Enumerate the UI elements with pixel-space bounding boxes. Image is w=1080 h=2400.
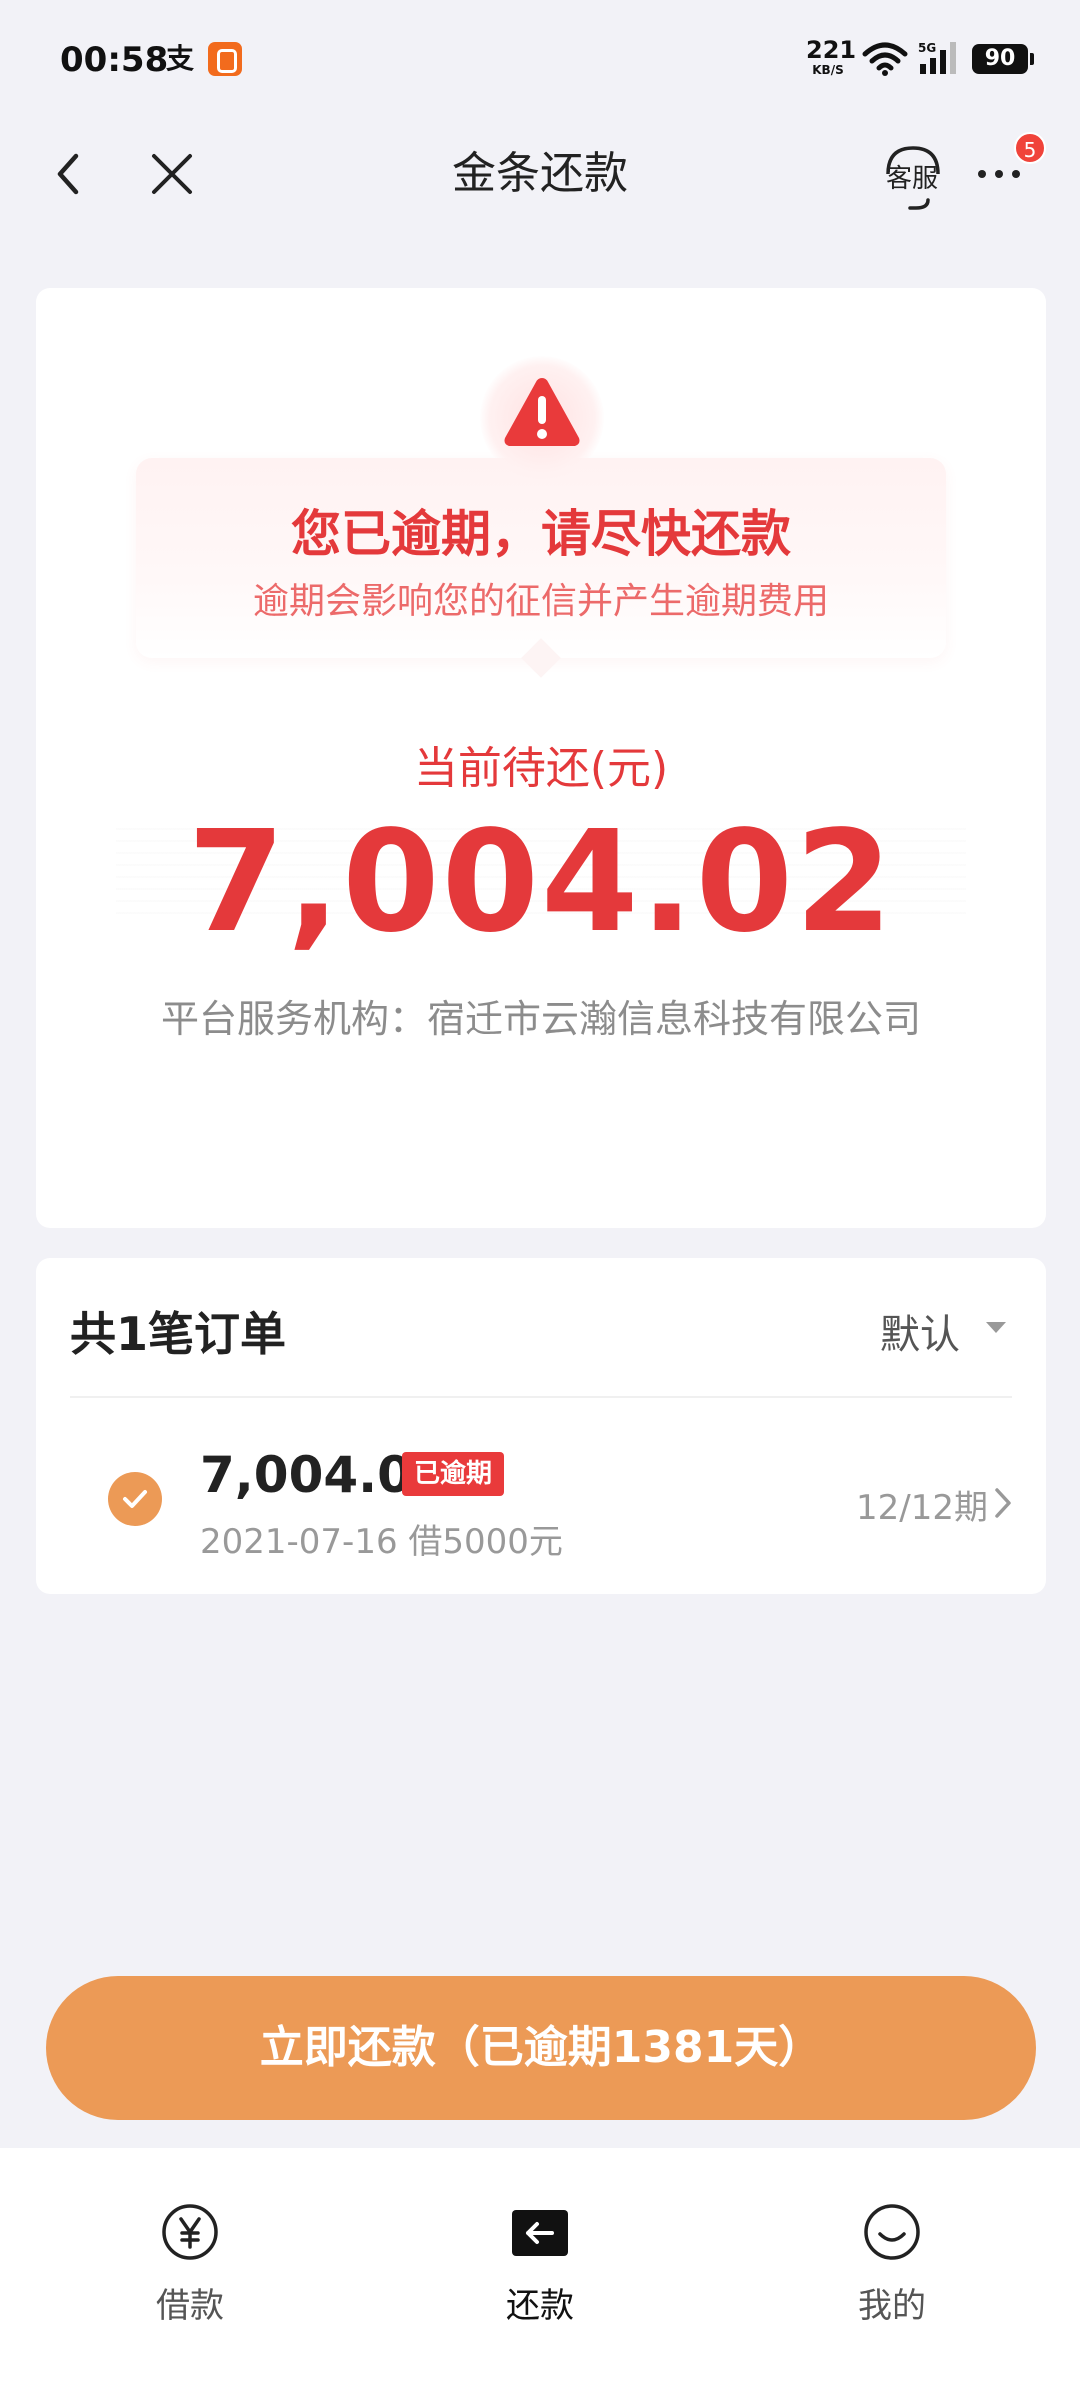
current-due-amount: 7,004.02 xyxy=(187,801,895,964)
nav-bar: 金条还款 客服 xyxy=(0,120,1080,230)
current-due-label: 当前待还(元) xyxy=(413,743,669,794)
battery-indicator: 90 xyxy=(972,44,1034,74)
customer-service-label: 客服 xyxy=(886,164,939,194)
warning-triangle-icon xyxy=(504,378,580,446)
chevron-right-icon[interactable] xyxy=(992,1486,1014,1520)
overdue-summary-card: 您已逾期，请尽快还款 逾期会影响您的征信并产生逾期费用 当前待还(元) 7,00… xyxy=(36,288,1046,1228)
repay-now-button[interactable]: 立即还款（已逾期1381天） xyxy=(46,1976,1036,2120)
repay-arrow-icon xyxy=(512,2210,568,2256)
app-notification-icon xyxy=(208,42,242,76)
signal-5g-icon: 5G xyxy=(918,41,956,74)
tab-loan-label: 借款 xyxy=(156,2286,224,2326)
tab-mine[interactable]: 我的 xyxy=(792,2184,992,2334)
network-speed-unit: KB/S xyxy=(812,63,844,77)
platform-service-institution: 平台服务机构：宿迁市云瀚信息科技有限公司 xyxy=(160,997,921,1041)
repayment-page: 00:58 支 221 KB/S 5G 90 金条还款 客服 5 您已逾期，请尽… xyxy=(0,0,1080,2400)
overdue-status-badge: 已逾期 xyxy=(402,1452,505,1496)
overdue-title: 您已逾期，请尽快还款 xyxy=(291,505,791,563)
caret-down-icon[interactable] xyxy=(986,1322,1006,1333)
wifi-icon xyxy=(862,42,908,76)
network-speed-value: 221 xyxy=(806,36,857,64)
tab-mine-label: 我的 xyxy=(858,2286,926,2326)
status-time: 00:58 xyxy=(60,40,169,80)
svg-text:5G: 5G xyxy=(918,41,936,55)
orders-card: 共1笔订单 默认 7,004.02 已逾期 2021-07-16 借5000元 … xyxy=(36,1258,1046,1594)
divider xyxy=(70,1396,1012,1398)
message-count-badge: 5 xyxy=(1014,132,1046,164)
order-period: 12/12期 xyxy=(856,1488,988,1528)
orders-count-title: 共1笔订单 xyxy=(70,1307,287,1361)
overdue-subtitle: 逾期会影响您的征信并产生逾期费用 xyxy=(252,581,829,622)
status-bar: 00:58 支 221 KB/S 5G 90 xyxy=(0,0,1080,120)
order-checkbox[interactable] xyxy=(108,1472,162,1526)
tab-repay-label: 还款 xyxy=(506,2286,574,2326)
tab-repay[interactable]: 还款 xyxy=(440,2184,640,2334)
alipay-notification-icon: 支 xyxy=(166,42,195,75)
warning-icon-halo xyxy=(480,356,604,480)
yen-icon xyxy=(162,2204,218,2260)
tab-loan[interactable]: 借款 xyxy=(90,2184,290,2334)
checkmark-icon xyxy=(123,1490,147,1508)
sort-dropdown[interactable]: 默认 xyxy=(880,1302,960,1360)
bottom-tab-bar: 借款 还款 我的 xyxy=(0,2148,1080,2400)
smile-icon xyxy=(864,2204,920,2260)
order-date-loan: 2021-07-16 借5000元 xyxy=(200,1522,563,1562)
network-speed: 221 KB/S xyxy=(806,36,857,77)
more-dots-icon xyxy=(978,170,1029,178)
customer-service-button[interactable]: 客服 xyxy=(880,144,946,214)
